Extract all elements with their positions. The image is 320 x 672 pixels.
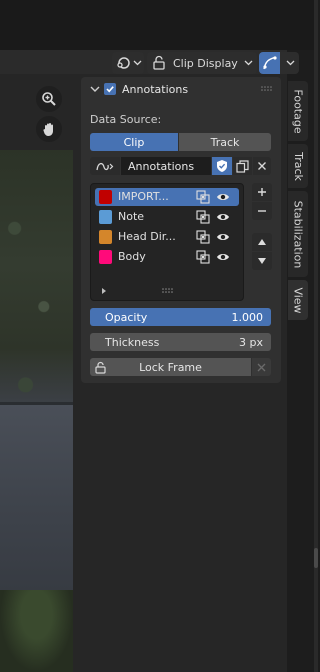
chevron-down-icon [244,60,253,66]
source-clip-label: Clip [123,135,145,149]
plus-icon [258,188,266,196]
lock-icon [153,55,165,70]
minus-icon [258,210,266,212]
lock-frame-clear-button[interactable] [252,358,271,376]
thickness-label: Thickness [105,335,160,349]
opacity-slider[interactable]: Opacity 1.000 [90,308,271,326]
chevron-down-icon [133,60,142,66]
panel-header[interactable]: Annotations [81,77,281,101]
datablock-name: Annotations [128,159,195,173]
annotation-browse-button[interactable] [90,157,120,175]
annotation-icon [96,162,114,171]
layer-color-swatch[interactable] [99,250,112,264]
layer-name: Note [118,210,145,223]
chevron-down-icon[interactable] [90,85,100,93]
unlink-datablock-button[interactable] [253,157,271,175]
clip-display-dropdown[interactable]: Clip Display [147,52,257,74]
arrow-up-icon [258,239,266,245]
checkmark-icon [106,86,114,93]
list-item[interactable]: Note [95,208,239,226]
list-item[interactable]: Head Dir... [95,228,239,246]
list-item[interactable]: IMPORT... [95,188,239,206]
move-layer-up-button[interactable] [252,233,272,251]
source-track-button[interactable]: Track [179,133,271,151]
datablock-name-field[interactable]: Annotations [121,157,211,175]
tab-view[interactable]: View [288,280,308,320]
eye-icon[interactable] [216,190,230,204]
thickness-value: 3 px [239,335,263,349]
curve-icon [262,56,277,70]
expand-arrow-icon[interactable] [100,287,108,295]
eye-icon[interactable] [216,230,230,244]
hand-icon [43,123,53,136]
right-scrollbar[interactable] [314,0,318,672]
close-icon [257,363,266,371]
layer-name: IMPORT... [118,190,169,203]
annotations-enable-checkbox[interactable] [104,83,116,95]
top-bar [0,0,318,50]
close-icon [258,162,266,170]
lock-frame-button[interactable]: Lock Frame [90,358,251,376]
tab-stabilization-label: Stabilization [291,200,305,268]
chevron-down-icon [286,60,295,66]
panel-title: Annotations [122,82,189,96]
curve-view-toggle[interactable] [259,52,299,74]
annotation-layer-list[interactable]: IMPORT... Note Head Dir... Body [90,183,244,301]
opacity-value: 1.000 [231,310,264,324]
scrollbar-thumb[interactable] [314,548,318,568]
copy-icon [236,159,249,173]
zoom-button[interactable] [36,86,62,112]
zoom-icon [42,92,56,106]
onion-skin-icon[interactable] [196,190,210,204]
onion-skin-icon[interactable] [196,210,210,224]
clip-display-label: Clip Display [173,56,238,70]
layer-name: Body [118,250,146,263]
source-track-label: Track [210,135,240,149]
add-layer-button[interactable] [252,183,272,201]
source-clip-button[interactable]: Clip [90,133,178,151]
layer-name: Head Dir... [118,230,176,243]
tab-track-label: Track [291,151,305,181]
lock-icon [95,361,106,374]
onion-skin-icon[interactable] [196,230,210,244]
opacity-label: Opacity [105,310,148,324]
lock-frame-label: Lock Frame [139,360,202,374]
grip-icon[interactable] [162,288,174,294]
layer-color-swatch[interactable] [99,210,112,224]
gizmo-icon [117,57,130,69]
footage-wall [0,402,73,612]
fake-user-button[interactable] [212,157,232,175]
pan-button[interactable] [36,116,62,142]
remove-layer-button[interactable] [252,202,272,220]
list-item[interactable]: Body [95,248,239,266]
eye-icon[interactable] [216,210,230,224]
data-source-label: Data Source: [90,113,162,126]
annotations-panel: Annotations Data Source: Clip Track Anno… [81,77,281,383]
tab-footage-label: Footage [291,88,305,134]
onion-skin-icon[interactable] [196,250,210,264]
new-datablock-button[interactable] [233,157,252,175]
tab-view-label: View [291,286,305,314]
gizmo-toggle[interactable] [112,52,144,74]
thickness-field[interactable]: Thickness 3 px [90,333,271,351]
move-layer-down-button[interactable] [252,252,272,270]
tab-stabilization[interactable]: Stabilization [288,191,308,277]
tab-track[interactable]: Track [288,144,308,188]
shield-icon [217,160,227,172]
footage-frame [0,150,73,672]
layer-color-swatch[interactable] [99,190,112,204]
footage-foliage [0,590,73,672]
tab-footage[interactable]: Footage [288,81,308,141]
eye-icon[interactable] [216,250,230,264]
arrow-down-icon [258,258,266,264]
grip-icon[interactable] [261,86,273,92]
layer-color-swatch[interactable] [99,230,112,244]
